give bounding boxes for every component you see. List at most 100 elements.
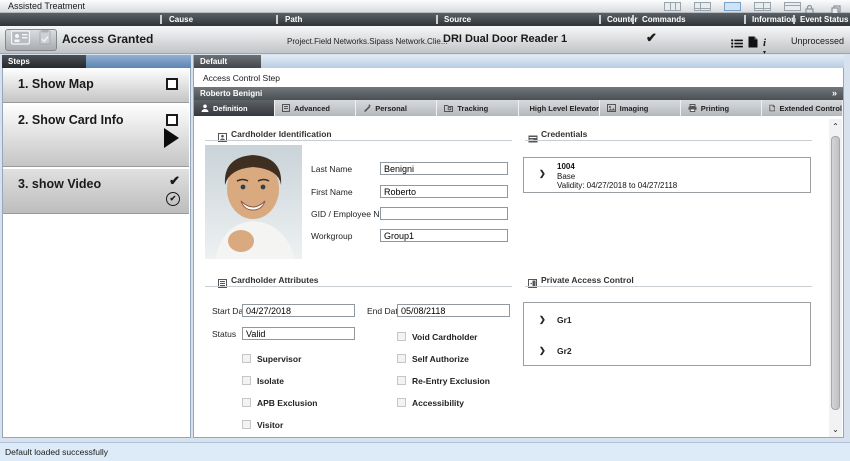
start-date-input[interactable] [242,304,355,317]
step-item-show-map[interactable]: 1. Show Map [3,69,189,103]
credentials-icon [528,130,538,148]
visitor-checkbox[interactable] [242,420,251,429]
first-name-label: First Name [311,187,353,197]
void-cardholder-checkbox[interactable] [397,332,406,341]
tab-definition[interactable]: Definition [194,100,275,116]
workgroup-input[interactable] [380,229,508,242]
workgroup-label: Workgroup [311,231,352,241]
last-name-input[interactable] [380,162,508,175]
private-access-control-title: Private Access Control [541,275,634,285]
tab-printing[interactable]: Printing [681,100,762,116]
layout-columns-icon[interactable] [664,2,681,11]
self-authorize-checkbox[interactable] [397,354,406,363]
status-label: Status [212,329,236,339]
column-separator [632,15,634,24]
credential-number: 1004 [557,162,677,172]
accessibility-checkbox[interactable] [397,398,406,407]
last-name-label: Last Name [311,164,352,174]
column-path[interactable]: Path [285,15,302,24]
credential-card[interactable]: ❯ 1004 Base Validity: 04/27/2018 to 04/2… [523,157,811,193]
step-label: 1. Show Map [18,77,94,91]
tab-advanced[interactable]: Advanced [275,100,356,116]
isolate-checkbox[interactable] [242,376,251,385]
tab-default[interactable]: Default [194,55,261,68]
id-card-icon [11,30,30,50]
layout-split-right-icon[interactable] [754,2,771,11]
self-authorize-label: Self Authorize [412,354,469,364]
cardholder-name: Roberto Benigni [200,89,262,98]
scroll-down-icon[interactable]: ⌄ [830,424,841,435]
check-icon: ✔ [169,173,180,189]
supervisor-checkbox[interactable] [242,354,251,363]
section-divider [205,140,512,141]
section-divider [525,286,812,287]
expand-gr1-icon[interactable]: ❯ [539,315,546,324]
first-name-input[interactable] [380,185,508,198]
information-dropdown-icon[interactable]: i ▾ [763,33,766,55]
private-access-control-icon [528,275,537,293]
event-card-button[interactable] [5,29,57,51]
column-source[interactable]: Source [444,15,471,24]
layout-split-left-icon[interactable] [694,2,711,11]
column-separator [160,15,162,24]
play-icon[interactable] [164,128,179,148]
confirm-sheet-icon [39,30,51,50]
command-check-icon[interactable]: ✔ [646,30,657,46]
event-path: Project.Field Networks.Sipass Network.Cl… [287,37,448,46]
checkbox-unchecked-icon[interactable] [166,78,178,90]
visitor-label: Visitor [257,420,283,430]
event-source: DRI Dual Door Reader 1 [443,33,567,45]
column-event-status[interactable]: Event Status [800,15,848,24]
cardholder-attributes-title: Cardholder Attributes [231,275,319,285]
tab-imaging[interactable]: Imaging [600,100,681,116]
column-separator [793,15,795,24]
tab-personal[interactable]: Personal [356,100,437,116]
step-item-show-video[interactable]: 3. show Video ✔ ✔ [3,169,189,214]
column-commands[interactable]: Commands [642,15,686,24]
tab-tracking[interactable]: Tracking [437,100,518,116]
column-separator [436,15,438,24]
isolate-label: Isolate [257,376,284,386]
expand-panel-icon[interactable]: » [832,88,837,98]
window-title: Assisted Treatment [8,1,85,11]
tabstrip-background [261,55,844,68]
tab-high-level-elevator[interactable]: High Level Elevator [519,100,600,116]
end-date-input[interactable] [397,304,510,317]
status-bar [0,442,850,461]
event-cause: Access Granted [62,32,153,46]
layout-full-icon[interactable] [784,2,801,11]
section-divider [205,286,512,287]
accessibility-label: Accessibility [412,398,464,408]
cardholder-name-bar[interactable]: Roberto Benigni » [194,87,843,100]
completed-circle-check-icon[interactable]: ✔ [166,192,180,206]
section-divider [525,140,812,141]
private-access-groups-box: ❯ Gr1 ❯ Gr2 [523,302,811,366]
group-gr1[interactable]: Gr1 [557,315,572,325]
document-icon[interactable] [748,35,758,53]
gid-input[interactable] [380,207,508,220]
tab-extended-control[interactable]: Extended Control [762,100,843,116]
scrollbar-thumb[interactable] [831,136,840,410]
step-label: 3. show Video [18,177,101,191]
step-item-show-card-info[interactable]: 2. Show Card Info [3,105,189,167]
cardholder-identification-title: Cardholder Identification [231,129,332,139]
event-status-value: Unprocessed [782,36,844,46]
apb-exclusion-checkbox[interactable] [242,398,251,407]
expand-gr2-icon[interactable]: ❯ [539,346,546,355]
expand-credential-icon[interactable]: ❯ [539,169,546,178]
cardholder-tabs: Definition Advanced Personal Tracking Hi… [194,100,843,116]
apb-exclusion-label: APB Exclusion [257,398,317,408]
event-log-list-icon[interactable] [731,35,743,53]
checkbox-unchecked-icon[interactable] [166,114,178,126]
group-gr2[interactable]: Gr2 [557,346,572,356]
scroll-up-icon[interactable]: ⌃ [830,121,841,132]
steps-panel-header[interactable]: Steps [2,55,86,68]
cardholder-photo [205,145,302,259]
re-entry-exclusion-checkbox[interactable] [397,376,406,385]
re-entry-exclusion-label: Re-Entry Exclusion [412,376,490,386]
status-input[interactable] [242,327,355,340]
credential-validity: Validity: 04/27/2018 to 04/27/2118 [557,181,677,191]
column-information[interactable]: Information [752,15,796,24]
column-cause[interactable]: Cause [169,15,193,24]
layout-single-icon[interactable] [724,2,741,11]
